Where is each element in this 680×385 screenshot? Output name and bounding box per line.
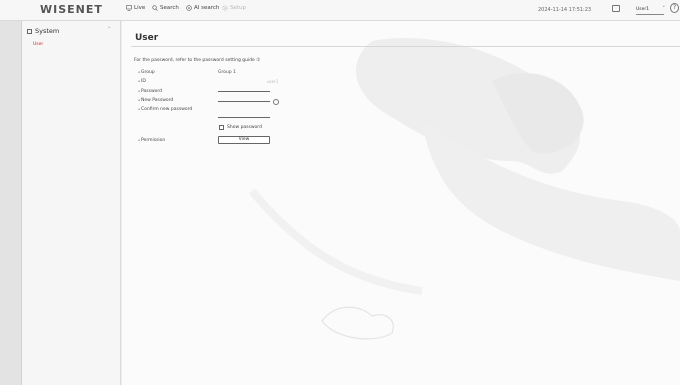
nav-ai-search[interactable]: AI search xyxy=(186,5,219,11)
nav-search-label: Search xyxy=(160,5,179,11)
password-guide-note[interactable]: For the password, refer to the password … xyxy=(134,58,260,63)
new-password-label: New Password xyxy=(138,98,173,103)
divider xyxy=(131,46,680,47)
main-panel: User For the password, refer to the pass… xyxy=(122,21,680,385)
ai-search-icon xyxy=(186,5,192,11)
nav-setup[interactable]: Setup xyxy=(222,5,246,11)
nav-ai-search-label: AI search xyxy=(194,5,220,11)
storage-icon[interactable] xyxy=(612,5,620,12)
id-label: ID xyxy=(138,79,146,84)
sidebar-section-system[interactable]: System xyxy=(27,27,59,35)
datetime: 2024-11-14 17:51:23 xyxy=(538,7,592,13)
monitor-icon xyxy=(126,5,132,11)
nav-search[interactable]: Search xyxy=(152,5,179,11)
confirm-password-label: Confirm new password xyxy=(138,107,192,112)
password-label: Password xyxy=(138,89,162,94)
left-strip xyxy=(0,21,22,385)
show-password-label: Show password xyxy=(227,125,262,130)
nav-setup-label: Setup xyxy=(230,5,247,11)
group-value: Group 1 xyxy=(218,70,236,75)
view-permission-button[interactable]: View xyxy=(218,136,270,144)
group-label: Group xyxy=(138,70,155,75)
watermark-illustration xyxy=(248,38,680,340)
sidebar: System ˅ User xyxy=(22,21,121,385)
chevron-down-icon: ˅ xyxy=(662,6,666,12)
permission-label: Permission xyxy=(138,138,165,143)
gear-icon xyxy=(222,5,228,11)
brand-logo: WISENET xyxy=(40,3,103,16)
search-icon xyxy=(152,5,158,11)
show-password-checkbox[interactable] xyxy=(219,125,224,130)
sidebar-section-label: System xyxy=(35,27,60,35)
new-password-field[interactable] xyxy=(218,97,270,102)
id-value: user1 xyxy=(267,79,279,84)
info-icon[interactable] xyxy=(273,99,279,105)
confirm-password-field[interactable] xyxy=(218,113,270,118)
user-select[interactable]: User1 ˅ xyxy=(636,4,666,15)
top-bar: WISENET Live Search AI search Setup 2024… xyxy=(0,0,680,21)
page-title: User xyxy=(135,33,159,43)
nav-live[interactable]: Live xyxy=(126,5,145,11)
user-name: User1 xyxy=(636,7,650,12)
help-icon[interactable]: ? xyxy=(670,3,679,13)
system-icon xyxy=(27,28,32,34)
password-field[interactable] xyxy=(218,87,270,92)
sidebar-item-user[interactable]: User xyxy=(33,42,43,47)
chevron-down-icon[interactable]: ˅ xyxy=(108,27,111,33)
nav-live-label: Live xyxy=(134,5,146,11)
